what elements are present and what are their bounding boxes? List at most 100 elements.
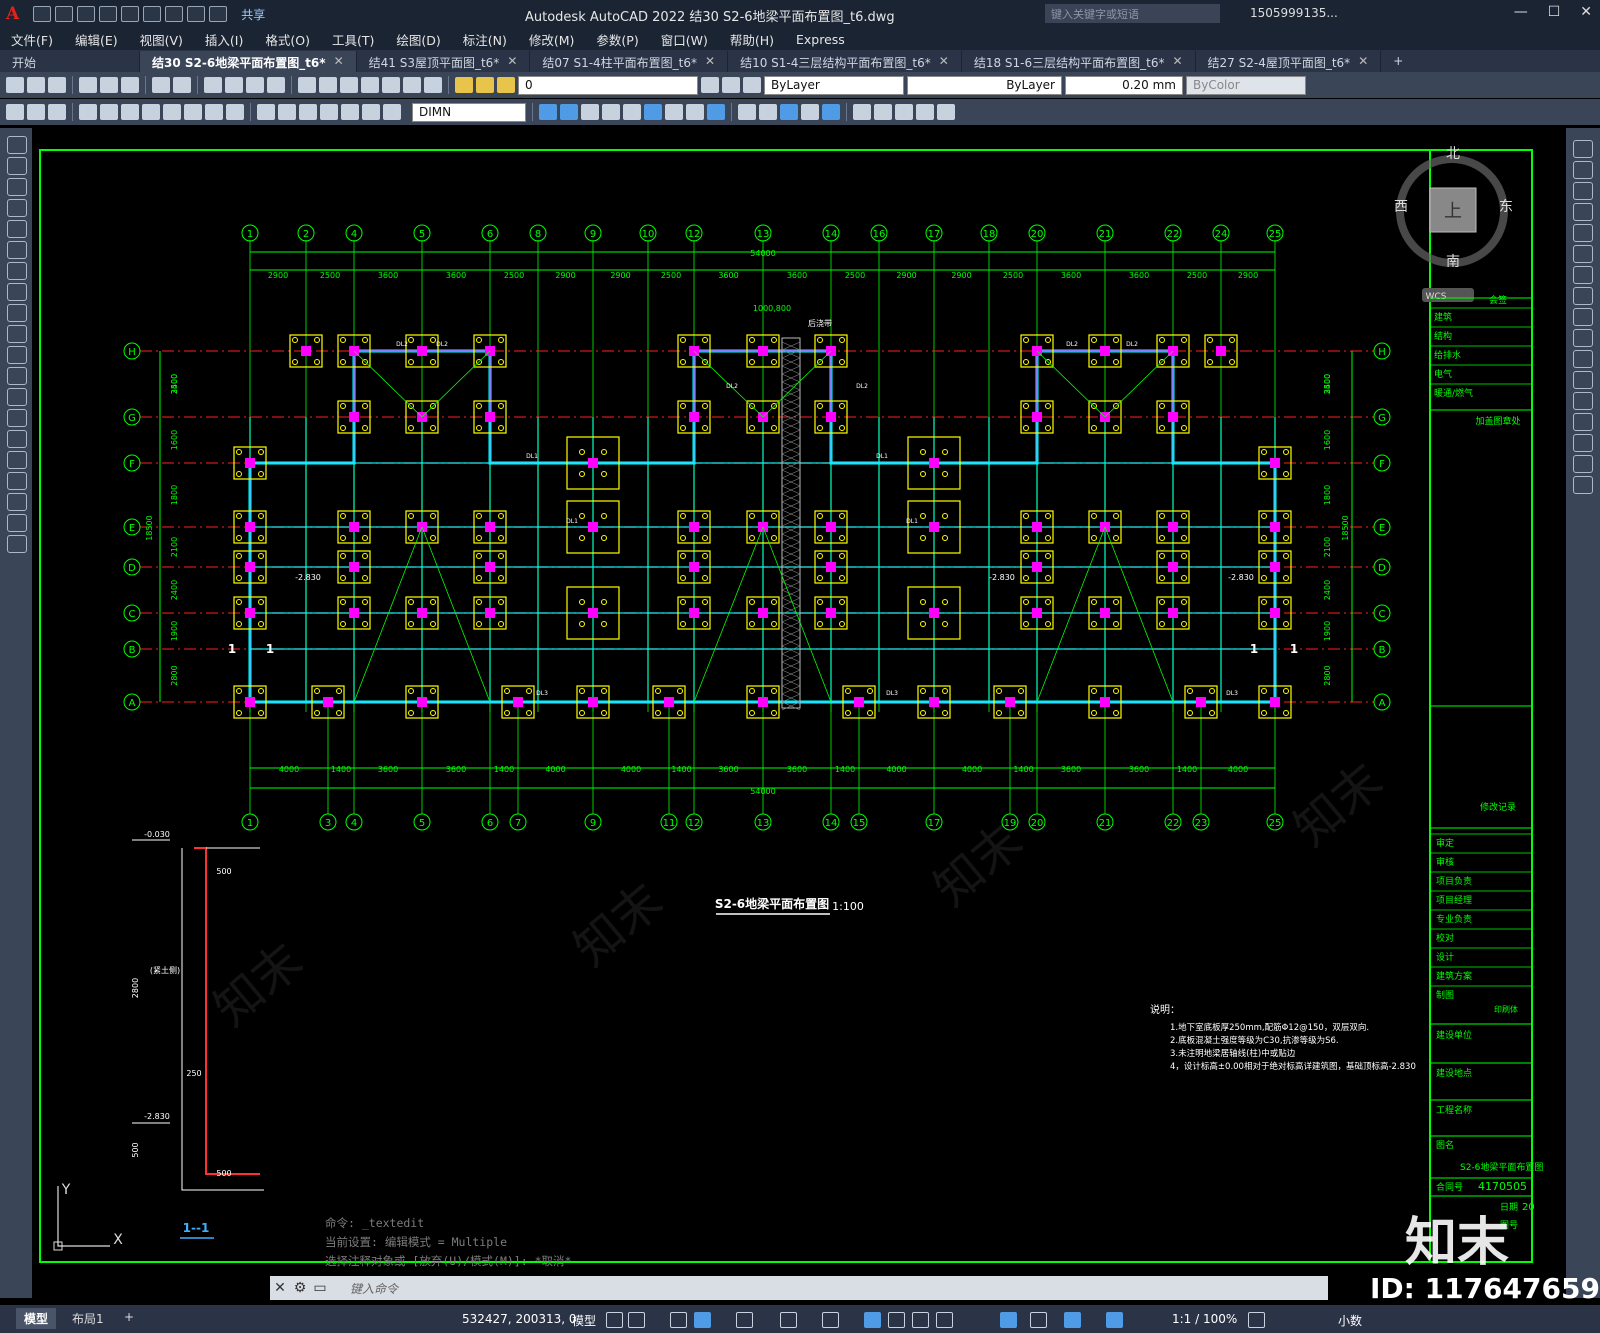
modify-tool-icon[interactable] xyxy=(1573,287,1593,305)
tab-drawing[interactable]: 结18 S1-6三层结构平面布置图_t6* ✕ xyxy=(962,51,1196,72)
help-icon[interactable] xyxy=(424,77,442,93)
customize-icon[interactable]: ⚙ xyxy=(290,1280,310,1296)
draw-tool-icon[interactable] xyxy=(7,220,27,238)
draw-tool-icon[interactable] xyxy=(7,325,27,343)
dim-angular-icon[interactable] xyxy=(163,104,181,120)
close-tab-icon[interactable]: ✕ xyxy=(507,54,517,72)
modify-tool-icon[interactable] xyxy=(1573,455,1593,473)
tab-drawing[interactable]: 结10 S1-4三层结构平面布置图_t6* ✕ xyxy=(728,51,962,72)
dim-text-edit-icon[interactable] xyxy=(362,104,380,120)
draw-tool-icon[interactable] xyxy=(7,493,27,511)
view-icon[interactable] xyxy=(560,104,578,120)
command-line[interactable]: ✕ ⚙ ▭ 键入命令 xyxy=(270,1276,1328,1300)
save-web-icon[interactable] xyxy=(143,6,162,22)
open-web-icon[interactable] xyxy=(121,6,140,22)
layer-lock-icon[interactable] xyxy=(497,77,515,93)
close-tab-icon[interactable]: ✕ xyxy=(705,54,715,72)
ucs-icon[interactable] xyxy=(895,104,913,120)
draw-tool-icon[interactable] xyxy=(7,514,27,532)
modify-tool-icon[interactable] xyxy=(1573,245,1593,263)
gear-icon[interactable] xyxy=(1248,1312,1265,1328)
properties-icon[interactable] xyxy=(298,77,316,93)
modify-tool-icon[interactable] xyxy=(1573,182,1593,200)
menu-tools[interactable]: 工具(T) xyxy=(321,30,385,49)
draw-tool-icon[interactable] xyxy=(7,304,27,322)
open-icon[interactable] xyxy=(55,6,74,22)
dim-update-icon[interactable] xyxy=(383,104,401,120)
lineweight-icon[interactable] xyxy=(864,1312,881,1328)
undo-icon[interactable] xyxy=(187,6,206,22)
draw-tool-icon[interactable] xyxy=(7,367,27,385)
add-layout-button[interactable]: + xyxy=(116,1308,142,1326)
modify-tool-icon[interactable] xyxy=(1573,308,1593,326)
share-button[interactable]: 共享 xyxy=(241,6,265,23)
layer-on-icon[interactable] xyxy=(455,77,473,93)
modify-tool-icon[interactable] xyxy=(1573,392,1593,410)
ucs-icon[interactable] xyxy=(874,104,892,120)
snap-icon[interactable] xyxy=(628,1312,645,1328)
view-icon[interactable] xyxy=(539,104,557,120)
dim-baseline-icon[interactable] xyxy=(205,104,223,120)
draw-tool-icon[interactable] xyxy=(7,388,27,406)
quick-dim-icon[interactable] xyxy=(184,104,202,120)
design-center-icon[interactable] xyxy=(319,77,337,93)
preview-icon[interactable] xyxy=(100,77,118,93)
close-tab-icon[interactable]: ✕ xyxy=(1172,54,1182,72)
visual-style-icon[interactable] xyxy=(801,104,819,120)
draw-tool-icon[interactable] xyxy=(7,241,27,259)
ucs-icon[interactable] xyxy=(853,104,871,120)
zoom-realtime-icon[interactable] xyxy=(225,77,243,93)
dim-linear-icon[interactable] xyxy=(6,104,24,120)
modify-tool-icon[interactable] xyxy=(1573,350,1593,368)
draw-tool-icon[interactable] xyxy=(7,283,27,301)
save-icon[interactable] xyxy=(48,77,66,93)
command-prompt-icon[interactable]: ▭ xyxy=(310,1280,330,1296)
draw-tool-icon[interactable] xyxy=(7,451,27,469)
close-button[interactable]: ✕ xyxy=(1580,4,1592,20)
tolerance-icon[interactable] xyxy=(257,104,275,120)
command-input[interactable]: 键入命令 xyxy=(350,1280,398,1297)
ucs-icon[interactable] xyxy=(937,104,955,120)
modify-tool-icon[interactable] xyxy=(1573,140,1593,158)
dim-diameter-icon[interactable] xyxy=(142,104,160,120)
view-icon[interactable] xyxy=(581,104,599,120)
dim-ordinate-icon[interactable] xyxy=(79,104,97,120)
plotstyle-dropdown[interactable]: ByColor xyxy=(1186,75,1306,95)
draw-tool-icon[interactable] xyxy=(7,430,27,448)
dimstyle-dropdown[interactable]: DIMN xyxy=(412,102,526,122)
view-icon[interactable] xyxy=(707,104,725,120)
save-as-icon[interactable] xyxy=(99,6,118,22)
menu-window[interactable]: 窗口(W) xyxy=(650,30,719,49)
drawing-svg[interactable]: 540002900 2500 3600 3600 2500 2900 2900 2500 360… xyxy=(32,128,1566,1298)
close-tab-icon[interactable]: ✕ xyxy=(334,54,344,72)
plot-icon[interactable] xyxy=(165,6,184,22)
menu-draw[interactable]: 绘图(D) xyxy=(385,30,451,49)
publish-icon[interactable] xyxy=(121,77,139,93)
layer-previous-icon[interactable] xyxy=(743,77,761,93)
modify-tool-icon[interactable] xyxy=(1573,203,1593,221)
tab-model[interactable]: 模型 xyxy=(16,1308,57,1329)
sheet-set-icon[interactable] xyxy=(361,77,379,93)
visual-style-icon[interactable] xyxy=(759,104,777,120)
tab-drawing-active[interactable]: 结30 S2-6地梁平面布置图_t6* ✕ xyxy=(140,51,357,72)
annotation-visibility-icon[interactable] xyxy=(1106,1312,1123,1328)
pan-icon[interactable] xyxy=(204,77,222,93)
dim-aligned-icon[interactable] xyxy=(27,104,45,120)
drawing-canvas[interactable]: 54000 2900 2500 3600 3600 2500 2900 2900 2500 360… xyxy=(32,128,1566,1298)
dynamic-ucs-icon[interactable] xyxy=(1000,1312,1017,1328)
menu-format[interactable]: 格式(O) xyxy=(254,30,321,49)
jogged-linear-icon[interactable] xyxy=(320,104,338,120)
menu-insert[interactable]: 插入(I) xyxy=(194,30,254,49)
redo-icon[interactable] xyxy=(209,6,228,22)
zoom-previous-icon[interactable] xyxy=(267,77,285,93)
minimize-button[interactable]: — xyxy=(1514,4,1528,20)
draw-tool-icon[interactable] xyxy=(7,157,27,175)
help-search-input[interactable]: 键入关键字或短语 xyxy=(1045,4,1220,23)
view-icon[interactable] xyxy=(602,104,620,120)
color-dropdown[interactable]: ByLayer xyxy=(764,75,904,95)
modify-tool-icon[interactable] xyxy=(1573,371,1593,389)
draw-tool-icon[interactable] xyxy=(7,346,27,364)
tab-drawing[interactable]: 结07 S1-4柱平面布置图_t6* ✕ xyxy=(530,51,729,72)
annotation-icon[interactable] xyxy=(1030,1312,1047,1328)
grid-icon[interactable] xyxy=(606,1312,623,1328)
